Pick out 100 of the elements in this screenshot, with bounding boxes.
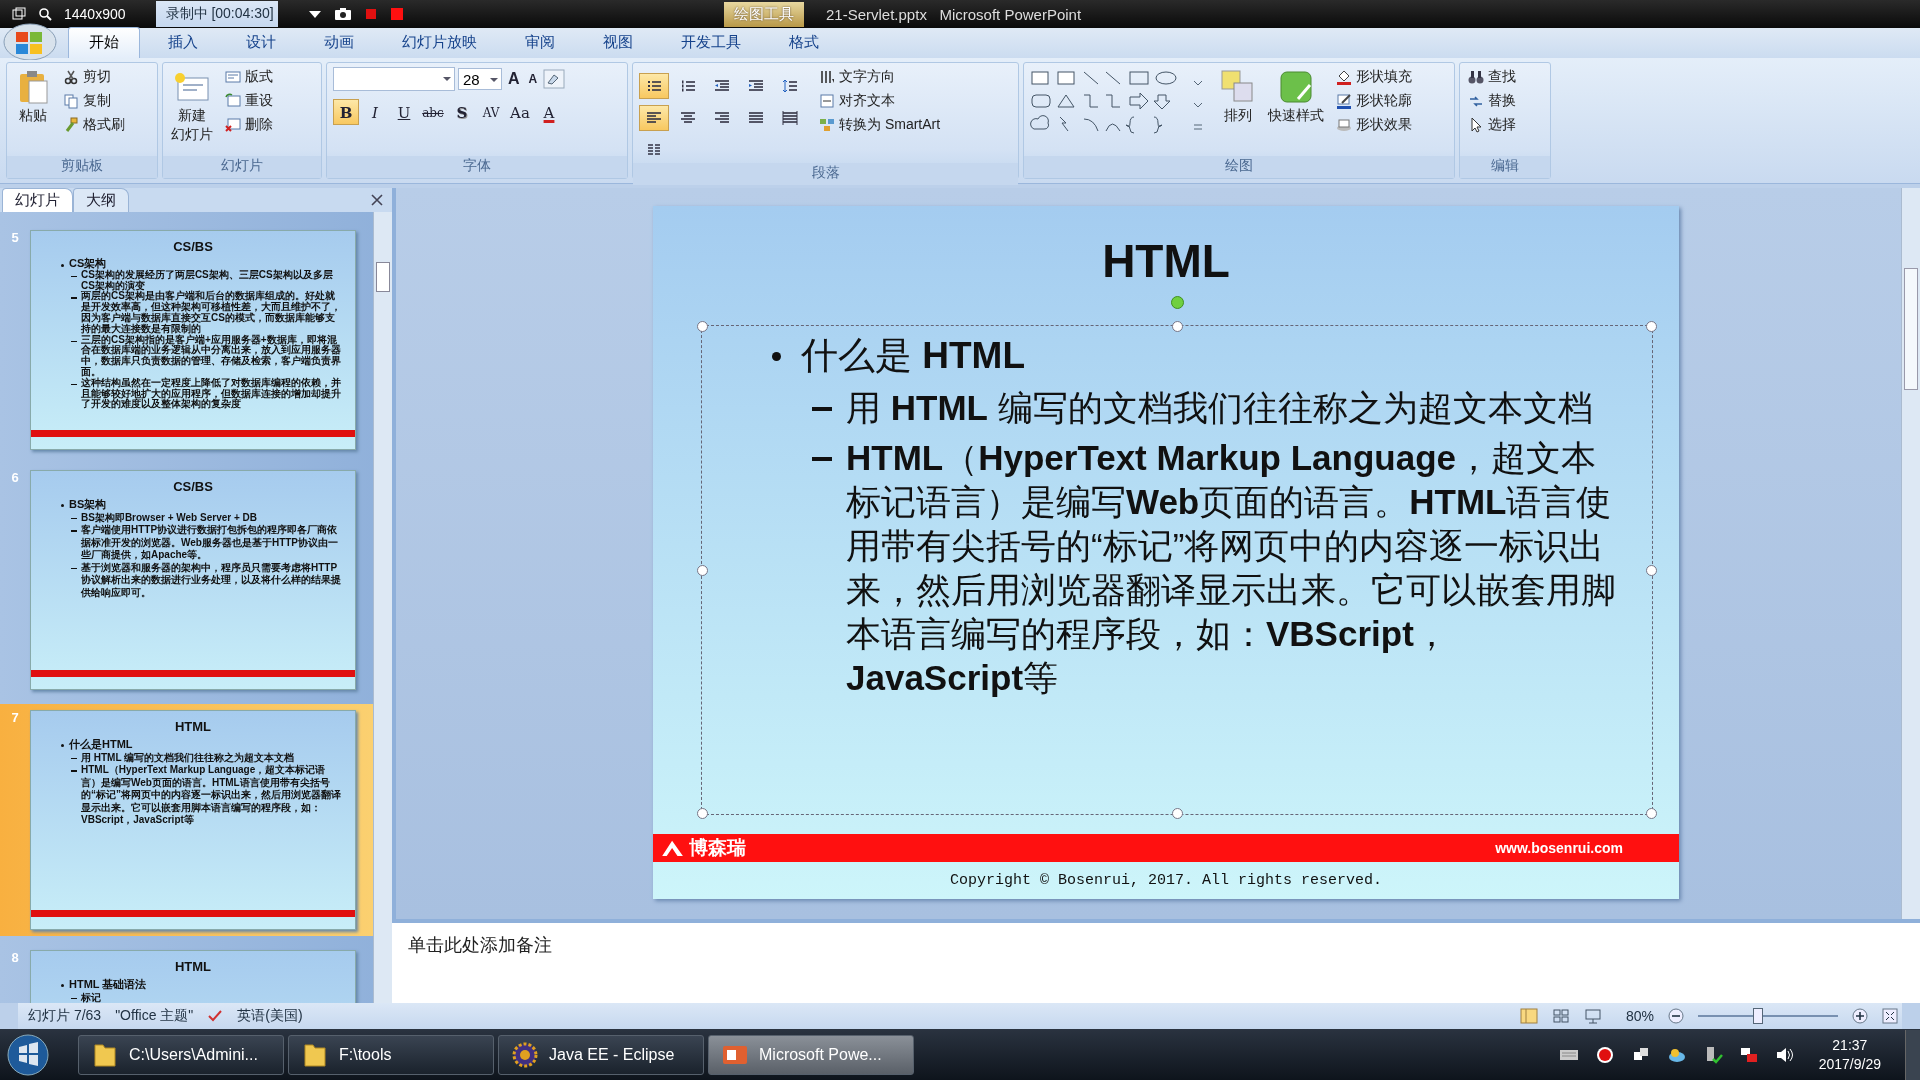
- scrollbar[interactable]: [373, 212, 392, 1003]
- clock-date[interactable]: 2017/9/29: [1818, 1054, 1881, 1073]
- slide-thumbnail-item[interactable]: 6 CS/BS BS架构 BS架构即Browser + Web Server + DB 客户端使用HTTP协议进行数据打包拆包的程序即各厂商依据标准开发的浏览器。Web服务器也是基于HTTP协议由一些厂商提供，如Apache等。 基于浏览器和服务器的架构中，程序员只需要考虑将HTTP协议解析出来的数据进行业务处理，以及将什么样的结果提供给响应即可。: [0, 464, 373, 696]
- align-right-icon: [714, 110, 730, 126]
- resize-handle[interactable]: [1646, 564, 1657, 576]
- zoom-out-icon[interactable]: [1668, 1008, 1684, 1024]
- ribbon-command[interactable]: 版式: [223, 67, 275, 87]
- ribbon-command[interactable]: 重设: [223, 91, 275, 111]
- magnifier-icon[interactable]: [38, 7, 52, 21]
- quick-styles-button[interactable]: 快速样式: [1266, 67, 1326, 127]
- resize-handle[interactable]: [697, 564, 708, 576]
- format-button[interactable]: A: [536, 99, 562, 125]
- ribbon-command[interactable]: 剪切: [61, 67, 127, 87]
- taskbar-button[interactable]: Java EE - Eclipse: [498, 1034, 704, 1075]
- resize-handle[interactable]: [1172, 320, 1183, 332]
- panel-tab[interactable]: 幻灯片: [2, 188, 73, 212]
- resize-handle[interactable]: [1172, 807, 1183, 819]
- ribbon-tab[interactable]: 插入: [148, 28, 218, 58]
- ribbon-command[interactable]: 复制: [61, 91, 127, 111]
- format-button[interactable]: B: [333, 99, 359, 125]
- format-button[interactable]: AV: [478, 99, 504, 125]
- taskbar-button[interactable]: Microsoft Powe...: [708, 1034, 914, 1075]
- ribbon-tab[interactable]: 开始: [68, 27, 140, 58]
- resize-handle[interactable]: [697, 807, 708, 819]
- font-name-field[interactable]: [333, 67, 455, 91]
- resolution-label: 1440x900: [64, 6, 126, 22]
- font-size-field[interactable]: 28: [458, 68, 502, 90]
- language-label: 英语(美国): [237, 1007, 303, 1025]
- resize-handle[interactable]: [1646, 320, 1657, 332]
- align-center-icon: [680, 110, 696, 126]
- ribbon-command[interactable]: 形状填充: [1334, 67, 1414, 87]
- slideshow-view-icon[interactable]: [1583, 1008, 1602, 1024]
- thumbnail-bullet: HTML 基础语法: [69, 978, 147, 992]
- thumbnail-bullet: 标记: [81, 991, 101, 1003]
- ribbon-command[interactable]: 替换: [1466, 91, 1518, 111]
- thumbnail-bullet: 用 HTML 编写的文档我们往往称之为超文本文档: [81, 751, 295, 764]
- slide-thumbnail-item[interactable]: 7 HTML 什么是HTML 用 HTML 编写的文档我们往往称之为超文本文档 HTML（HyperText Markup Language，超文本标记语言）是编写Web页面的语言。HTML语言使用带有尖括号的“标记”将网页中的内容逐一标识出来，然后用浏览器翻译显示出来。它可以嵌套用脚本语言编写的程序段，如：VBScript，JavaScript等: [0, 704, 373, 936]
- format-button[interactable]: S: [449, 99, 475, 125]
- slide-thumbnail-item[interactable]: 8 HTML HTML 基础语法 标记: [0, 944, 373, 1003]
- ribbon-command[interactable]: 格式刷: [61, 115, 127, 135]
- grow-font-button[interactable]: A: [505, 70, 523, 88]
- ribbon-tab[interactable]: 开发工具: [661, 28, 761, 58]
- panel-tab[interactable]: 大纲: [73, 188, 129, 212]
- ribbon-command[interactable]: 选择: [1466, 115, 1518, 135]
- stop-icon[interactable]: [389, 7, 404, 21]
- start-button[interactable]: [6, 1032, 50, 1077]
- ribbon-tab[interactable]: 设计: [226, 28, 296, 58]
- camera-icon[interactable]: [333, 7, 352, 21]
- clock-time[interactable]: 21:37: [1832, 1036, 1868, 1055]
- slider-thumb[interactable]: [1752, 1008, 1763, 1024]
- arrange-button[interactable]: 排列: [1218, 67, 1258, 127]
- group-title: 绘图: [1024, 156, 1454, 178]
- ribbon-command[interactable]: 转换为 SmartArt: [817, 115, 943, 135]
- new-slide-button[interactable]: 新建 幻灯片: [169, 67, 215, 145]
- replace-icon: [1468, 93, 1484, 109]
- format-button[interactable]: I: [362, 99, 388, 125]
- spellcheck-icon[interactable]: [207, 1008, 224, 1024]
- ribbon-tab[interactable]: 格式: [769, 28, 839, 58]
- ribbon-command[interactable]: 删除: [223, 115, 275, 135]
- fit-window-icon[interactable]: [1882, 1008, 1898, 1024]
- rotation-handle[interactable]: [1171, 295, 1184, 309]
- ribbon-tab[interactable]: 审阅: [505, 28, 575, 58]
- ribbon-tab[interactable]: 视图: [583, 28, 653, 58]
- format-button[interactable]: abc: [420, 99, 446, 125]
- ribbon-command[interactable]: 文字方向: [817, 67, 943, 87]
- paste-button[interactable]: 粘贴: [13, 67, 53, 127]
- format-button[interactable]: Aa: [507, 99, 533, 125]
- ribbon-tab[interactable]: 动画: [304, 28, 374, 58]
- resize-handle[interactable]: [1646, 807, 1657, 819]
- bullet-text: HTML（HyperText Markup Language，超文本标记语言）是编写Web页面的语言。HTML语言使用带有尖括号的“标记”将网页中的内容逐一标识出来，然后用浏览器翻译显示出来。它可以嵌套用脚本语言编写的程序段，如：VBScript，JavaScript等: [846, 436, 1617, 699]
- format-button[interactable]: U: [391, 99, 417, 125]
- record-icon[interactable]: [1594, 1044, 1615, 1065]
- paint-bucket-icon: [1336, 69, 1352, 85]
- dash-marker: [71, 997, 77, 1000]
- taskbar-button[interactable]: F:\tools: [288, 1034, 494, 1075]
- notes-field[interactable]: 单击此处添加备注: [392, 919, 1920, 1003]
- zoom-in-icon[interactable]: [1852, 1008, 1868, 1024]
- thumbnail-title: HTML: [173, 718, 213, 734]
- zoom-level[interactable]: 80%: [1625, 1008, 1654, 1024]
- resize-handle[interactable]: [697, 320, 708, 332]
- align-left-icon: [646, 110, 662, 126]
- paragraph-button[interactable]: [639, 105, 669, 131]
- office-button[interactable]: [2, 20, 58, 60]
- pause-icon[interactable]: [363, 7, 378, 21]
- ribbon-command[interactable]: 形状效果: [1334, 115, 1414, 135]
- sorter-view-icon[interactable]: [1551, 1008, 1570, 1024]
- shrink-font-button[interactable]: A: [525, 72, 541, 86]
- scrollbar[interactable]: [1901, 188, 1920, 919]
- clear-format-icon[interactable]: [543, 69, 566, 89]
- dash-marker: [71, 757, 77, 760]
- ribbon-command[interactable]: 形状轮廓: [1334, 91, 1414, 111]
- close-icon[interactable]: [370, 193, 384, 207]
- taskbar-button[interactable]: C:\Users\Admini...: [78, 1034, 284, 1075]
- window-icon[interactable]: [12, 7, 26, 21]
- ribbon-command[interactable]: 查找: [1466, 67, 1518, 87]
- text-direction-icon: [819, 69, 835, 85]
- bullet-marker: [61, 504, 64, 507]
- ribbon-tab[interactable]: 幻灯片放映: [382, 28, 497, 58]
- paragraph-button[interactable]: [639, 73, 669, 99]
- ribbon-command[interactable]: 对齐文本: [817, 91, 943, 111]
